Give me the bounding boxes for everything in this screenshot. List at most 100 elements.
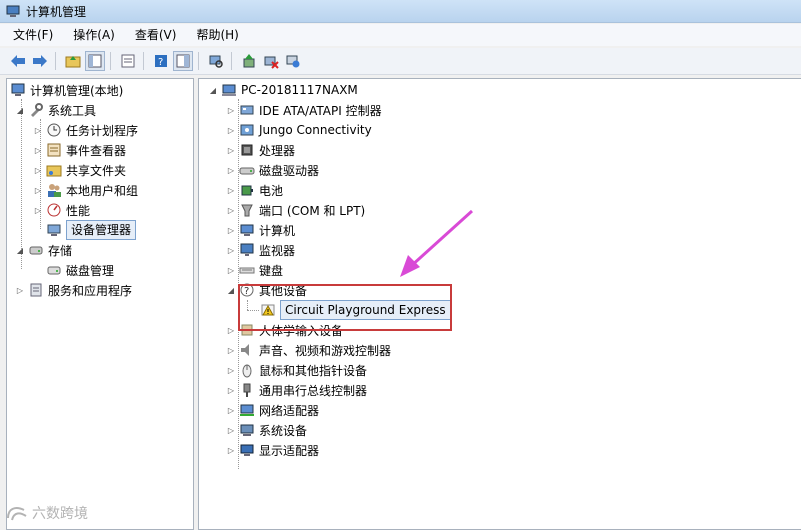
performance-icon [46,202,62,218]
scan-hardware-icon[interactable] [206,51,226,71]
tree-item-performance[interactable]: ▷ 性能 [33,200,90,220]
device-category-row[interactable]: ▷ IDE ATA/ATAPI 控制器 [226,100,382,120]
device-category-row[interactable]: ▷ 系统设备 [226,420,307,440]
device-category-row[interactable]: ▷ 显示适配器 [226,440,319,460]
collapsed-triangle-icon[interactable]: ▷ [226,325,236,335]
collapsed-triangle-icon[interactable]: ▷ [226,205,236,215]
collapsed-triangle-icon[interactable]: ▷ [33,165,43,175]
uninstall-device-icon[interactable] [283,51,303,71]
device-category-label: 磁盘驱动器 [259,163,320,178]
tree-item-root[interactable]: 计算机管理(本地) [10,80,123,100]
title-bar: 计算机管理 [0,0,801,23]
collapsed-triangle-icon[interactable]: ▷ [226,185,236,195]
collapsed-triangle-icon[interactable]: ▷ [226,145,236,155]
properties-icon[interactable] [118,51,138,71]
menu-view[interactable]: 查看(V) [122,25,184,45]
expanded-triangle-icon[interactable]: ◢ [226,285,236,295]
show-hide-tree-icon[interactable] [85,51,105,71]
tree-item-disk-management[interactable]: 磁盘管理 [46,260,114,280]
device-category-label: 监视器 [259,243,296,258]
device-category-row[interactable]: ▷ 鼠标和其他指针设备 [226,360,367,380]
device-category-label: 声音、视频和游戏控制器 [259,343,392,358]
monitor-icon [239,242,255,258]
device-category-row[interactable]: ▷ 监视器 [226,240,295,260]
tree-item-local-users[interactable]: ▷ 本地用户和组 [33,180,138,200]
device-root[interactable]: ◢ PC-20181117NAXM [208,80,358,100]
update-driver-icon[interactable] [239,51,259,71]
tree-label-local-users: 本地用户和组 [66,183,139,198]
collapsed-triangle-icon[interactable]: ▷ [226,125,236,135]
device-category-row[interactable]: ▷ 处理器 [226,140,295,160]
tree-label-task-scheduler: 任务计划程序 [66,123,139,138]
tree-item-services-apps[interactable]: ▷ 服务和应用程序 [15,280,132,300]
display-adapter-icon [239,442,255,458]
action-pane-icon[interactable] [173,51,193,71]
device-category-row[interactable]: ▷ 声音、视频和游戏控制器 [226,340,391,360]
tree-item-system-tools[interactable]: ◢ 系统工具 [15,100,96,120]
tree-label-disk-management: 磁盘管理 [66,263,115,278]
tree-item-event-viewer[interactable]: ▷ 事件查看器 [33,140,126,160]
tree-item-shared-folders[interactable]: ▷ 共享文件夹 [33,160,126,180]
tree-label-storage: 存储 [48,243,73,258]
menu-action[interactable]: 操作(A) [60,25,122,45]
collapsed-triangle-icon[interactable]: ▷ [226,245,236,255]
event-viewer-icon [46,142,62,158]
expanded-triangle-icon[interactable]: ◢ [15,245,25,255]
device-manager-icon [46,222,62,238]
back-arrow-icon[interactable] [8,51,28,71]
forward-arrow-icon[interactable] [30,51,50,71]
services-icon [28,282,44,298]
collapsed-triangle-icon[interactable]: ▷ [226,225,236,235]
disk-icon [46,262,62,278]
watermark: 六数跨境 [6,503,88,523]
tree-item-task-scheduler[interactable]: ▷ 任务计划程序 [33,120,138,140]
device-category-row[interactable]: ▷ 端口 (COM 和 LPT) [226,200,365,220]
collapsed-triangle-icon[interactable]: ▷ [33,125,43,135]
collapsed-triangle-icon[interactable]: ▷ [33,185,43,195]
device-category-row[interactable]: ▷ 键盘 [226,260,283,280]
disable-device-icon[interactable] [261,51,281,71]
collapsed-triangle-icon[interactable]: ▷ [226,365,236,375]
collapsed-triangle-icon[interactable]: ▷ [226,165,236,175]
device-category-row[interactable]: ▷ 通用串行总线控制器 [226,380,367,400]
collapsed-triangle-icon[interactable]: ▷ [226,425,236,435]
collapsed-triangle-icon[interactable]: ▷ [33,145,43,155]
help-icon[interactable]: ? [151,51,171,71]
collapsed-triangle-icon[interactable]: ▷ [226,345,236,355]
tree-label-root: 计算机管理(本地) [30,83,124,98]
window-title: 计算机管理 [26,4,87,19]
device-category-row[interactable]: ▷ 计算机 [226,220,295,240]
storage-icon [28,242,44,258]
device-category-row[interactable]: ▷ 磁盘驱动器 [226,160,319,180]
network-adapter-icon [239,402,255,418]
expanded-triangle-icon[interactable]: ◢ [15,105,25,115]
expanded-triangle-icon[interactable]: ◢ [208,85,218,95]
device-category-label: 键盘 [259,263,284,278]
console-tree-pane: 计算机管理(本地) ◢ 系统工具 ▷ 任务计划程序 ▷ 事件查看器 ▷ 共享文件… [6,78,194,530]
device-category-label: IDE ATA/ATAPI 控制器 [259,103,382,118]
system-device-icon [239,422,255,438]
collapsed-triangle-icon[interactable]: ▷ [15,285,25,295]
menu-help[interactable]: 帮助(H) [183,25,245,45]
tree-item-device-manager[interactable]: 设备管理器 [46,220,137,240]
device-category-label: Jungo Connectivity [259,123,372,137]
ide-controller-icon [239,102,255,118]
watermark-text: 六数跨境 [32,506,88,522]
collapsed-triangle-icon[interactable]: ▷ [226,445,236,455]
processor-icon [239,142,255,158]
device-category-row[interactable]: ▷ 网络适配器 [226,400,319,420]
computer-management-icon [6,4,20,18]
menu-file[interactable]: 文件(F) [0,25,60,45]
collapsed-triangle-icon[interactable]: ▷ [33,205,43,215]
toolbar-separator [55,52,56,70]
toolbar: ? [0,48,801,75]
collapsed-triangle-icon[interactable]: ▷ [226,405,236,415]
tree-item-storage[interactable]: ◢ 存储 [15,240,72,260]
up-folder-icon[interactable] [63,51,83,71]
device-category-row[interactable]: ▷ Jungo Connectivity [226,120,372,140]
device-category-label: 通用串行总线控制器 [259,383,368,398]
collapsed-triangle-icon[interactable]: ▷ [226,105,236,115]
collapsed-triangle-icon[interactable]: ▷ [226,265,236,275]
collapsed-triangle-icon[interactable]: ▷ [226,385,236,395]
device-category-row[interactable]: ▷ 电池 [226,180,283,200]
